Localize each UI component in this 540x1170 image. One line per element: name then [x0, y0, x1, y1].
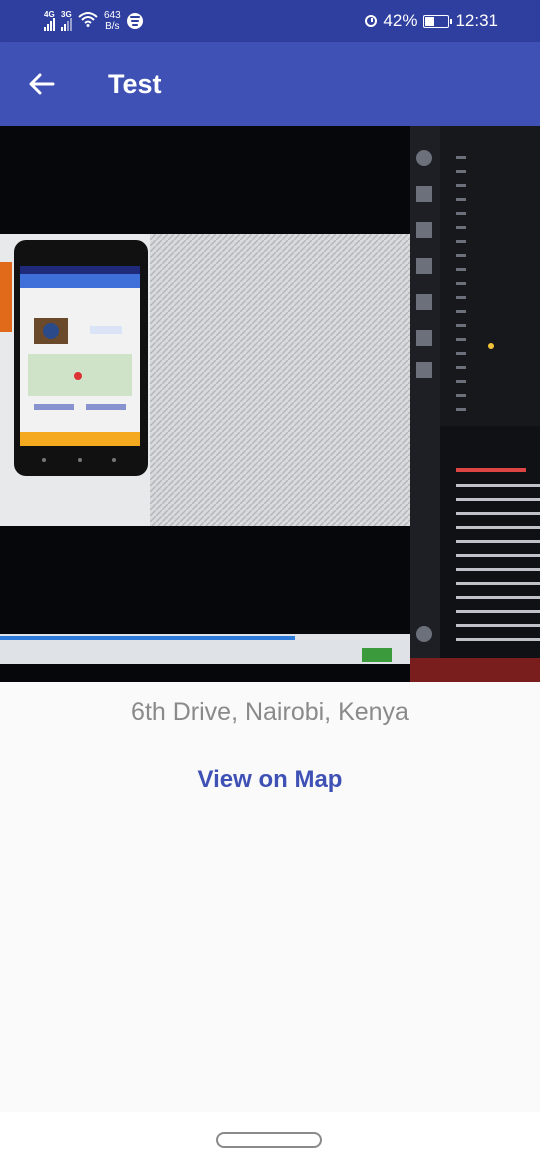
- page-title: Test: [108, 68, 162, 99]
- app-bar: Test: [0, 42, 540, 126]
- status-left: 4G 3G 643 B/s: [44, 10, 143, 32]
- wifi-icon: [78, 11, 98, 32]
- speed-value: 643: [104, 10, 121, 21]
- status-right: 42% 12:31: [365, 11, 498, 31]
- signal-icon: 3G: [61, 10, 72, 31]
- place-image: [0, 126, 540, 682]
- spotify-icon: [126, 13, 143, 29]
- place-address: 6th Drive, Nairobi, Kenya: [131, 698, 409, 726]
- alarm-icon: [365, 15, 378, 27]
- home-gesture-pill[interactable]: [216, 1132, 322, 1148]
- signal-icon: 4G: [44, 9, 55, 31]
- network-speed: 643 B/s: [104, 10, 121, 32]
- place-photo-graphic: [0, 126, 540, 682]
- view-on-map-button[interactable]: View on Map: [0, 766, 540, 794]
- clock: 12:31: [455, 11, 498, 30]
- status-bar: 4G 3G 643 B/s 42% 12:31: [0, 0, 540, 42]
- arrow-left-icon: [29, 73, 55, 95]
- speed-unit: B/s: [105, 21, 120, 32]
- battery-icon: [423, 14, 453, 28]
- back-button[interactable]: [16, 58, 68, 110]
- network-type-label: 4G: [44, 9, 55, 19]
- battery-percent: 42%: [383, 11, 418, 30]
- system-nav-bar: [0, 1112, 540, 1170]
